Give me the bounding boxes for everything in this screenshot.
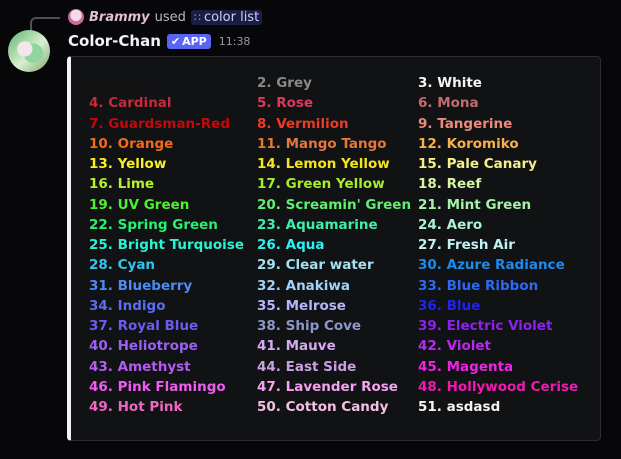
reply-bar: Brammy used ∷ color list: [68, 8, 263, 26]
command-mention[interactable]: ∷ color list: [190, 9, 263, 25]
reply-action: used: [154, 9, 186, 25]
color-entry: 37. Royal Blue: [89, 318, 199, 334]
color-entry: 42. Violet: [418, 338, 491, 355]
color-entry: 35. Melrose: [257, 297, 346, 314]
bot-avatar[interactable]: [8, 30, 50, 72]
color-entry: 47. Lavender Rose: [257, 378, 398, 395]
color-entry: 32. Anakiwa: [257, 277, 350, 294]
color-entry: 48. Hollywood Cerise: [418, 378, 579, 395]
color-entry: 18. Reef: [418, 176, 482, 193]
color-entry: 21. Mint Green: [418, 196, 532, 213]
color-entry: 33. Blue Ribbon: [418, 277, 539, 294]
reply-connector: [30, 17, 60, 31]
color-entry: 24. Aero: [418, 216, 483, 233]
color-entry: 50. Cotton Candy: [257, 399, 389, 415]
color-entry: 2. Grey: [257, 75, 312, 91]
color-entry: 5. Rose: [257, 95, 314, 112]
color-entry: 20. Screamin' Green: [257, 196, 412, 213]
color-entry: 12. Koromiko: [418, 135, 519, 152]
color-entry: 16. Lime: [89, 176, 155, 193]
color-entry: 38. Ship Cove: [257, 318, 362, 334]
color-entry: 39. Electric Violet: [418, 318, 553, 334]
color-entry: 6. Mona: [418, 95, 479, 112]
slash-command-icon: ∷: [193, 10, 201, 24]
color-entry: 25. Bright Turquoise: [89, 237, 244, 253]
color-entry: 15. Pale Canary: [418, 156, 537, 172]
color-entry: 1. Black: [89, 75, 150, 91]
color-entry: 51. asdasd: [418, 399, 501, 415]
color-entry: 45. Magenta: [418, 358, 514, 375]
color-entry: 31. Blueberry: [89, 277, 193, 294]
color-entry: 7. Guardsman-Red: [89, 115, 230, 132]
color-entry: 27. Fresh Air: [418, 237, 515, 253]
color-entry: 17. Green Yellow: [257, 176, 385, 193]
app-badge: ✔ APP: [166, 33, 211, 49]
color-entry: 46. Pink Flamingo: [89, 378, 226, 395]
color-entry: 43. Amethyst: [89, 358, 191, 375]
color-entry: 41. Mauve: [257, 338, 336, 355]
author-name[interactable]: Color-Chan: [68, 32, 161, 50]
reply-username[interactable]: Brammy: [89, 10, 150, 25]
color-entry: 3. White: [418, 75, 482, 91]
color-list: 1. Black 2. Grey 3. White 4. Cardinal 5. Ros…: [89, 73, 588, 417]
color-entry: 23. Aquamarine: [257, 216, 378, 233]
command-name: color list: [203, 9, 260, 25]
message-header: Color-Chan ✔ APP 11:38: [68, 32, 250, 50]
color-entry: 11. Mango Tango: [257, 135, 387, 152]
app-badge-label: APP: [182, 34, 207, 48]
color-entry: 22. Spring Green: [89, 216, 218, 233]
color-entry: 49. Hot Pink: [89, 399, 183, 415]
color-entry: 36. Blue: [418, 297, 481, 314]
checkmark-icon: ✔: [170, 34, 181, 48]
embed-card: 1. Black 2. Grey 3. White 4. Cardinal 5. Ros…: [67, 56, 601, 441]
color-entry: 44. East Side: [257, 358, 357, 375]
color-entry: 14. Lemon Yellow: [257, 156, 390, 172]
color-entry: 9. Tangerine: [418, 115, 513, 132]
reply-user-avatar[interactable]: [68, 9, 84, 25]
color-entry: 40. Heliotrope: [89, 338, 198, 355]
color-entry: 29. Clear water: [257, 257, 374, 274]
color-entry: 26. Aqua: [257, 237, 325, 253]
color-entry: 10. Orange: [89, 135, 174, 152]
color-entry: 30. Azure Radiance: [418, 257, 565, 274]
color-entry: 13. Yellow: [89, 156, 167, 172]
color-entry: 34. Indigo: [89, 297, 166, 314]
color-entry: 28. Cyan: [89, 257, 156, 274]
color-entry: 4. Cardinal: [89, 95, 172, 112]
timestamp[interactable]: 11:38: [219, 35, 251, 48]
color-entry: 19. UV Green: [89, 196, 190, 213]
color-entry: 8. Vermilion: [257, 115, 349, 132]
